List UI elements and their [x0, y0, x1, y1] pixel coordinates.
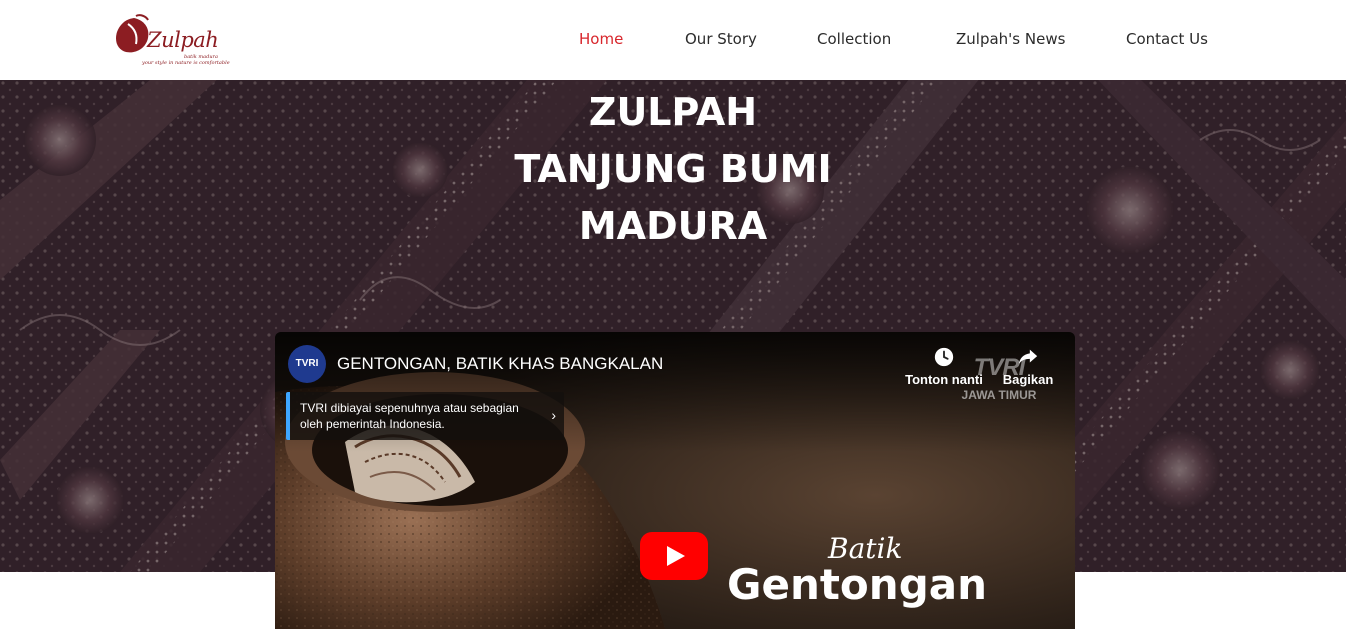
logo-wordmark: Zulpah [147, 28, 219, 52]
youtube-video-embed[interactable]: TVRI GENTONGAN, BATIK KHAS BANGKALAN TVR… [275, 332, 1075, 629]
hero-title-line: TANJUNG BUMI [514, 147, 832, 191]
clock-icon [934, 347, 954, 367]
watch-later-label: Tonton nanti [905, 372, 983, 387]
video-title[interactable]: GENTONGAN, BATIK KHAS BANGKALAN [337, 354, 663, 374]
share-button[interactable]: Bagikan [973, 346, 1075, 387]
hero-title-line: ZULPAH [588, 90, 758, 134]
watermark-region: JAWA TIMUR [961, 388, 1037, 402]
share-arrow-icon [1018, 349, 1038, 365]
site-header: Zulpah batik madura your style in nature… [0, 0, 1346, 80]
nav-our-story[interactable]: Our Story [685, 30, 757, 48]
info-card[interactable]: TVRI dibiayai sepenuhnya atau sebagian o… [286, 392, 564, 440]
nav-zulpahs-news[interactable]: Zulpah's News [956, 30, 1065, 48]
hero-title: ZULPAH TANJUNG BUMI MADURA [0, 84, 1346, 255]
info-card-text: TVRI dibiayai sepenuhnya atau sebagian o… [300, 401, 519, 431]
nav-collection[interactable]: Collection [817, 30, 891, 48]
channel-avatar[interactable]: TVRI [288, 345, 326, 383]
nav-home[interactable]: Home [579, 30, 623, 48]
share-label: Bagikan [1002, 372, 1054, 387]
youtube-play-icon[interactable] [640, 532, 708, 580]
nav-contact-us[interactable]: Contact Us [1126, 30, 1208, 48]
zulpah-logo[interactable]: Zulpah batik madura your style in nature… [114, 12, 232, 70]
hero-title-line: MADURA [578, 204, 768, 248]
logo-tagline: your style in nature is comfortable [142, 60, 230, 66]
chevron-right-icon: › [551, 407, 556, 423]
overlay-gentongan-text: Gentongan [727, 560, 987, 609]
